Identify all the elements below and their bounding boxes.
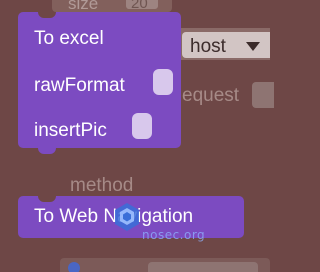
size-label: size [68, 0, 99, 13]
insert-pic-label: insertPic [34, 120, 107, 141]
insert-pic-input-slot[interactable] [132, 113, 152, 139]
bottom-input [148, 262, 258, 272]
method-label: method [70, 175, 134, 196]
request-label: equest [182, 85, 240, 106]
request-dropdown [252, 82, 274, 108]
block-notch [38, 196, 56, 202]
watermark: nosec.org [114, 202, 224, 246]
watermark-text: nosec.org [142, 228, 206, 242]
size-value: 20 [131, 0, 148, 12]
to-excel-block[interactable]: To excel rawFormat insertPic [18, 12, 181, 154]
chevron-down-icon [246, 42, 260, 51]
connector-dot-icon [68, 262, 80, 272]
nosec-logo-icon [115, 203, 139, 231]
to-excel-title: To excel [34, 28, 104, 49]
raw-format-label: rawFormat [34, 75, 125, 96]
block-notch [38, 12, 56, 18]
host-dropdown-value: host [190, 36, 226, 57]
raw-format-input-slot[interactable] [153, 69, 173, 95]
